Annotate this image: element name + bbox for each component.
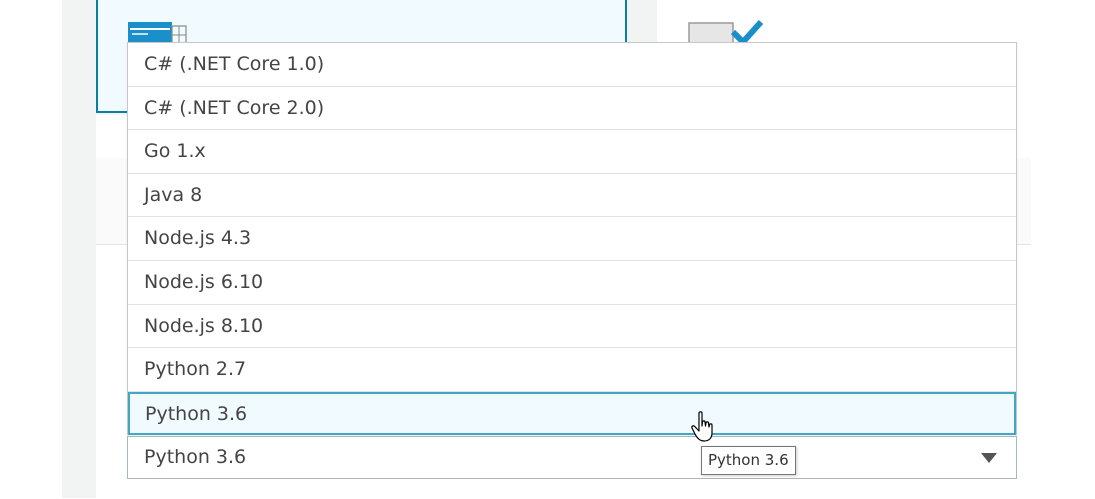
runtime-option[interactable]: Python 2.7 [128, 348, 1016, 392]
runtime-option[interactable]: Java 8 [128, 174, 1016, 218]
runtime-option[interactable]: Node.js 4.3 [128, 217, 1016, 261]
runtime-option[interactable]: Go 1.x [128, 130, 1016, 174]
runtime-dropdown-list: C# (.NET Core 1.0) C# (.NET Core 2.0) Go… [127, 42, 1017, 436]
runtime-option-hovered[interactable]: Python 3.6 [128, 391, 1016, 436]
option-tooltip: Python 3.6 [701, 446, 796, 475]
runtime-option[interactable]: Node.js 6.10 [128, 261, 1016, 305]
hand-pointer-icon [691, 411, 713, 442]
runtime-select[interactable]: Python 3.6 [127, 436, 1017, 479]
triangle-down-icon[interactable] [981, 453, 997, 463]
page-side-strip [62, 0, 96, 498]
runtime-option[interactable]: Node.js 8.10 [128, 305, 1016, 349]
runtime-option[interactable]: C# (.NET Core 1.0) [128, 43, 1016, 87]
runtime-option[interactable]: C# (.NET Core 2.0) [128, 87, 1016, 131]
runtime-select-value: Python 3.6 [144, 446, 247, 468]
